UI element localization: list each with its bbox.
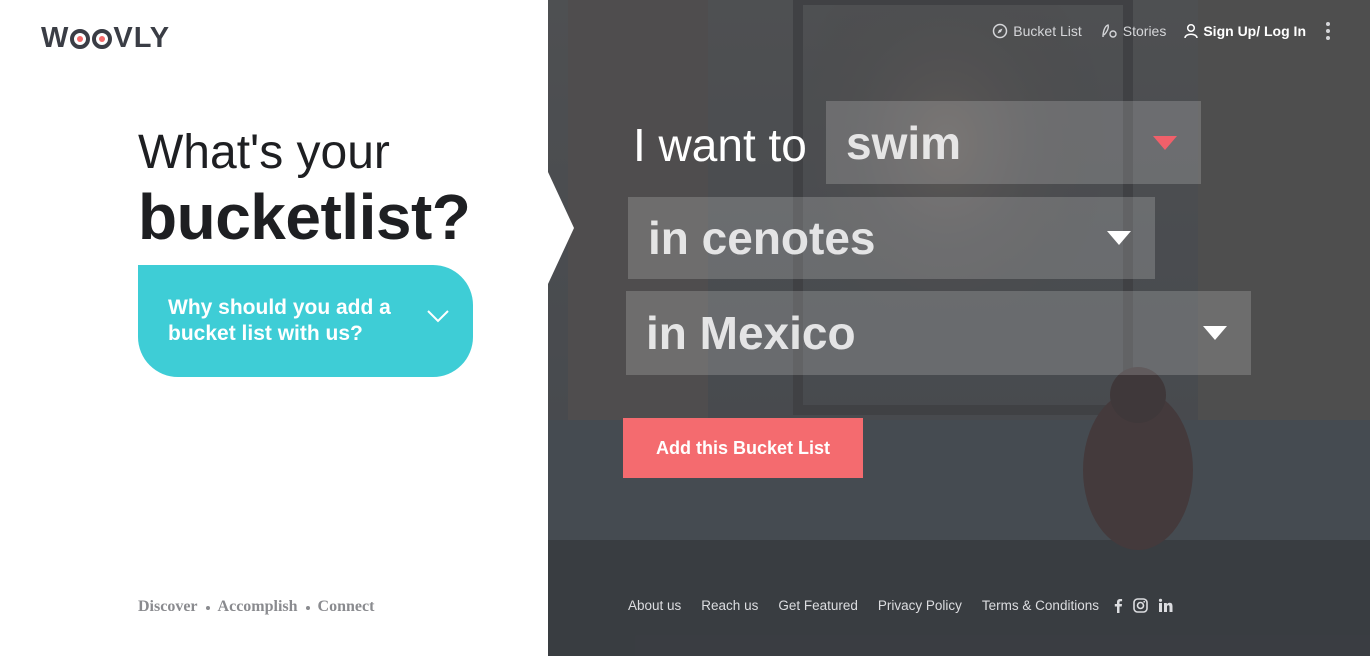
dropdown-arrow-icon bbox=[1153, 135, 1177, 150]
country-value: in Mexico bbox=[646, 307, 856, 359]
logo-ring-icon bbox=[92, 28, 113, 49]
footer-link-about[interactable]: About us bbox=[628, 598, 681, 613]
footer-link-terms[interactable]: Terms & Conditions bbox=[982, 598, 1099, 613]
country-dropdown[interactable]: in Mexico bbox=[626, 291, 1251, 375]
left-panel: W VLY What's your bucketlist? Why should … bbox=[0, 0, 548, 656]
logo-text-vly: VLY bbox=[113, 22, 171, 54]
nav-bucket-list-label: Bucket List bbox=[1013, 23, 1082, 39]
compass-icon bbox=[993, 23, 1008, 39]
hero-line1: What's your bbox=[138, 126, 390, 179]
chevron-down-icon bbox=[427, 310, 449, 323]
nav-bucket-list[interactable]: Bucket List bbox=[992, 23, 1082, 39]
place-dropdown[interactable]: in cenotes bbox=[628, 197, 1155, 279]
logo-ring-icon bbox=[70, 28, 91, 49]
panel-notch bbox=[548, 172, 574, 284]
activity-value: swim bbox=[846, 116, 962, 169]
instagram-icon[interactable] bbox=[1133, 598, 1148, 613]
separator-dot bbox=[205, 606, 210, 610]
facebook-icon[interactable] bbox=[1113, 598, 1123, 613]
why-button-label: Why should you add a bucket list with us… bbox=[168, 296, 391, 345]
logo-text-w: W bbox=[41, 22, 70, 54]
woovly-logo[interactable]: W VLY bbox=[41, 22, 170, 55]
activity-dropdown[interactable]: swim bbox=[826, 101, 1201, 184]
nav-stories[interactable]: Stories bbox=[1100, 23, 1167, 39]
why-add-bucketlist-button[interactable]: Why should you add a bucket list with us… bbox=[138, 265, 473, 377]
hero-line2: bucketlist? bbox=[138, 181, 471, 253]
left-footer-links: Discover Accomplish Connect bbox=[138, 598, 374, 616]
footer-link-connect[interactable]: Connect bbox=[318, 598, 375, 616]
right-footer: About us Reach us Get Featured Privacy P… bbox=[628, 598, 1173, 613]
place-value: in cenotes bbox=[648, 212, 876, 264]
user-icon bbox=[1184, 23, 1199, 39]
top-nav: Bucket List Stories Sign Up/ Log In bbox=[992, 22, 1330, 40]
footer-link-discover[interactable]: Discover bbox=[138, 598, 198, 616]
dropdown-arrow-icon bbox=[1203, 326, 1227, 340]
separator-dot bbox=[305, 606, 310, 610]
footer-link-privacy[interactable]: Privacy Policy bbox=[878, 598, 962, 613]
builder-prefix: I want to bbox=[633, 119, 807, 171]
footer-link-accomplish[interactable]: Accomplish bbox=[218, 598, 298, 616]
linkedin-icon[interactable] bbox=[1158, 598, 1173, 613]
nav-login-label: Sign Up/ Log In bbox=[1203, 23, 1306, 39]
more-vertical-icon[interactable] bbox=[1326, 22, 1330, 40]
social-links bbox=[1113, 598, 1173, 613]
nav-login[interactable]: Sign Up/ Log In bbox=[1184, 23, 1306, 39]
add-bucket-list-button[interactable]: Add this Bucket List bbox=[623, 418, 863, 478]
footer-link-reach[interactable]: Reach us bbox=[701, 598, 758, 613]
stories-icon bbox=[1102, 24, 1117, 38]
dropdown-arrow-icon bbox=[1107, 231, 1131, 245]
nav-stories-label: Stories bbox=[1122, 23, 1167, 39]
footer-link-featured[interactable]: Get Featured bbox=[778, 598, 858, 613]
